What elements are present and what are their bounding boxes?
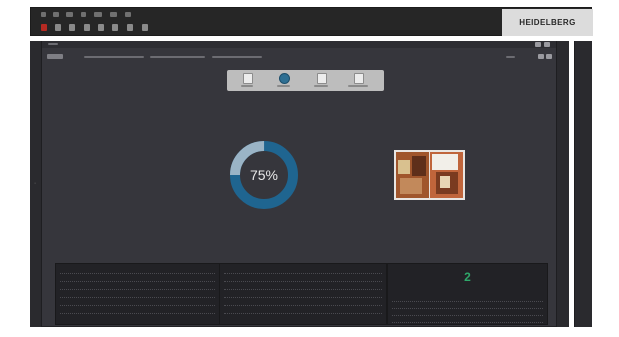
- menu-item[interactable]: [66, 12, 73, 17]
- detail-row: [60, 292, 215, 298]
- status-count: 2: [464, 270, 471, 284]
- detail-row: [60, 268, 215, 274]
- brand-logo: HEIDELBERG: [502, 9, 593, 36]
- progress-ring: 75%: [229, 140, 299, 210]
- detail-row: [392, 303, 543, 309]
- detail-row: [224, 308, 382, 314]
- thumbnail-detail: [432, 154, 458, 170]
- workspace-header: [42, 41, 556, 48]
- detail-row: [60, 284, 215, 290]
- production-panel: [219, 263, 387, 325]
- settings-icon[interactable]: [98, 24, 104, 31]
- job-info-text: [212, 56, 262, 58]
- stop-icon[interactable]: [41, 24, 47, 31]
- menu-item[interactable]: [110, 12, 117, 17]
- view-toggle-icon[interactable]: [546, 54, 552, 59]
- detail-row: [392, 310, 543, 316]
- preview-icon[interactable]: [317, 73, 327, 84]
- job-info-text: [84, 56, 144, 58]
- grid-icon[interactable]: [112, 24, 118, 31]
- detail-row: [392, 317, 543, 323]
- document-icon[interactable]: [243, 73, 253, 84]
- right-collapse-strip[interactable]: [556, 41, 569, 327]
- printer-icon[interactable]: [69, 24, 75, 31]
- thumbnail-detail: [398, 160, 410, 174]
- view-switcher-toolbar: [227, 70, 384, 91]
- right-side-panel[interactable]: [574, 41, 592, 327]
- header-control-icon[interactable]: [535, 42, 541, 47]
- menu-item[interactable]: [125, 12, 131, 17]
- view-toggle-icon[interactable]: [538, 54, 544, 59]
- detail-row: [392, 296, 543, 302]
- job-info-bar: [42, 52, 556, 62]
- application-menubar: HEIDELBERG: [30, 7, 593, 36]
- zoom-label: [506, 56, 515, 58]
- job-details-panel: [55, 263, 220, 325]
- header-control-icon[interactable]: [544, 42, 550, 47]
- status-panel: 2: [387, 263, 548, 325]
- thumbnail-detail: [412, 156, 426, 176]
- view-label: [277, 85, 290, 87]
- header-title: [48, 43, 58, 45]
- view-label: [314, 85, 328, 87]
- layout-icon[interactable]: [142, 24, 148, 31]
- detail-row: [224, 268, 382, 274]
- menu-item[interactable]: [81, 12, 86, 17]
- detail-row: [60, 276, 215, 282]
- status-icon[interactable]: [279, 73, 290, 84]
- detail-row: [60, 308, 215, 314]
- menu-item[interactable]: [41, 12, 46, 17]
- list-icon[interactable]: [127, 24, 133, 31]
- job-info-text: [150, 56, 205, 58]
- menu-item[interactable]: [53, 12, 59, 17]
- edit-icon[interactable]: [354, 73, 364, 84]
- brand-name: HEIDELBERG: [519, 18, 576, 27]
- thumbnail-detail: [400, 178, 422, 194]
- detail-row: [60, 300, 215, 306]
- detail-row: [224, 284, 382, 290]
- job-tag-button[interactable]: [47, 54, 63, 59]
- document-icon[interactable]: [55, 24, 61, 31]
- view-label: [241, 85, 253, 87]
- copy-icon[interactable]: [84, 24, 90, 31]
- detail-row: [224, 276, 382, 282]
- page-thumbnails: [394, 150, 465, 200]
- menu-item[interactable]: [94, 12, 102, 17]
- view-label: [348, 85, 368, 87]
- progress-value: 75%: [249, 167, 279, 183]
- left-strip-handle[interactable]: ▪: [33, 181, 37, 185]
- left-collapse-strip[interactable]: ▪: [30, 41, 42, 327]
- detail-row: [224, 300, 382, 306]
- detail-row: [224, 292, 382, 298]
- thumbnail-detail: [440, 176, 450, 188]
- thumbnail-graphic: [394, 150, 465, 200]
